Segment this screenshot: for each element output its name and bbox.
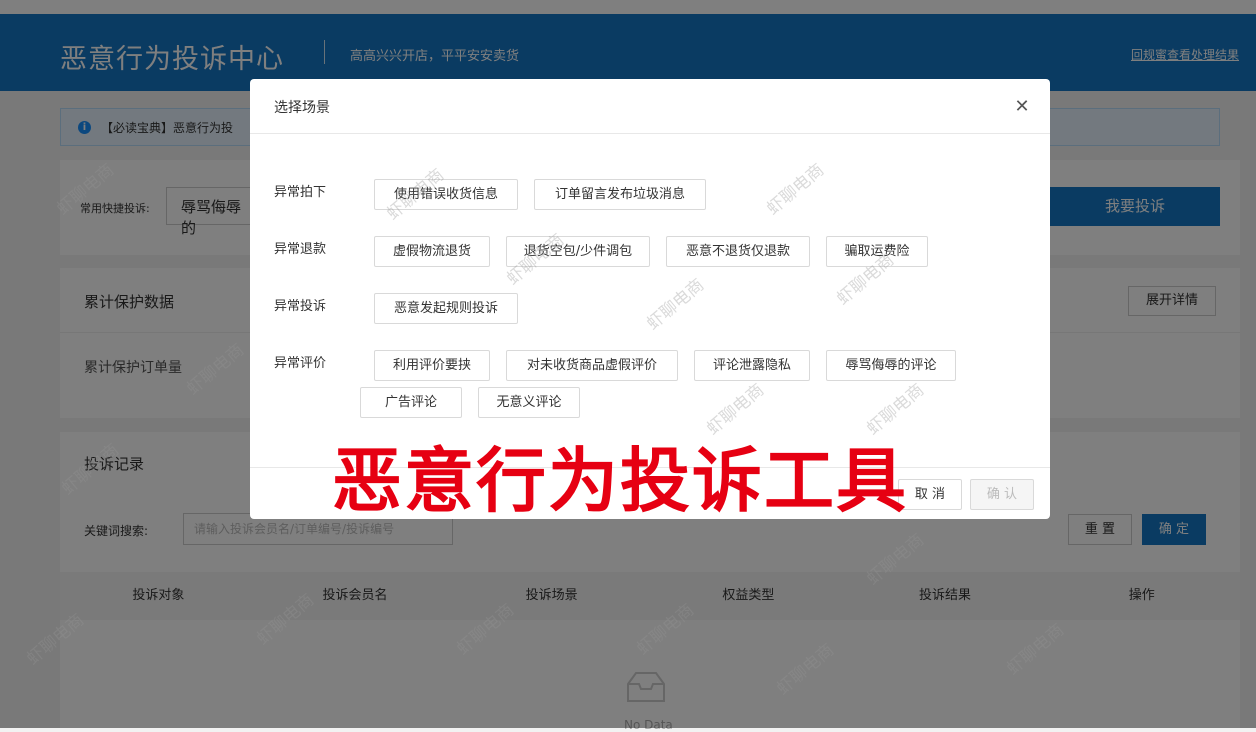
overlay-caption: 恶意行为投诉工具 [332,440,908,522]
scene-tag[interactable]: 辱骂侮辱的评论 [826,350,956,381]
scene-tag[interactable]: 虚假物流退货 [374,236,490,267]
modal-title: 选择场景 [274,100,330,116]
scene-tag[interactable]: 广告评论 [360,387,462,418]
close-icon[interactable]: ✕ [1012,97,1032,117]
scene-tag[interactable]: 利用评价要挟 [374,350,490,381]
group-label: 异常投诉 [274,299,327,314]
scene-tag[interactable]: 订单留言发布垃圾消息 [534,179,706,210]
group-label: 异常评价 [274,356,327,371]
scene-tag[interactable]: 无意义评论 [478,387,580,418]
modal-divider [250,133,1050,134]
group-label: 异常退款 [274,242,327,257]
scene-tag[interactable]: 恶意不退货仅退款 [666,236,810,267]
confirm-button[interactable]: 确 认 [970,479,1034,510]
group-label: 异常拍下 [274,185,327,200]
scene-tag[interactable]: 恶意发起规则投诉 [374,293,518,324]
scene-tag[interactable]: 对未收货商品虚假评价 [506,350,678,381]
